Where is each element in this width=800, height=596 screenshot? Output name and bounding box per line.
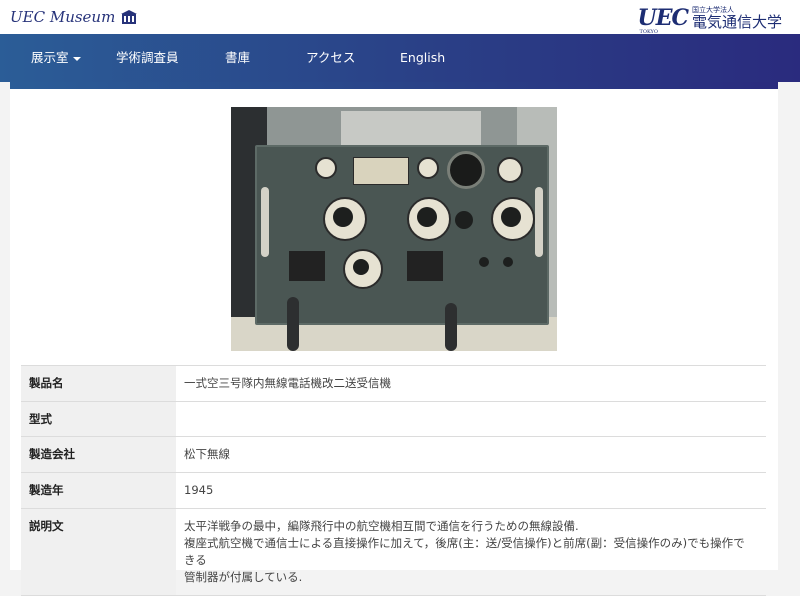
description-line: 複座式航空機で通信士による直接操作に加えて，後席(主：送/受信操作)と前席(副：… [184,536,745,567]
description-line: 太平洋戦争の最中，編隊飛行中の航空機相互間で通信を行うための無線設備. [184,519,579,533]
description-line: 管制器が付属している. [184,570,303,584]
top-brand-bar: UEC Museum UEC TOKYO 国立大学法人 電気通信大学 [0,0,800,35]
product-name-label: 製品名 [21,365,176,402]
university-name: 電気通信大学 [691,12,782,31]
table-row: 型式 [21,401,766,437]
table-row: 製品名 一式空三号隊内無線電話機改二送受信機 [21,365,766,402]
nav-item-exhibition[interactable]: 展示室 [31,34,81,82]
nav-item-library[interactable]: 書庫 [225,34,250,82]
table-row: 説明文 太平洋戦争の最中，編隊飛行中の航空機相互間で通信を行うための無線設備. … [21,508,766,596]
description-label: 説明文 [21,508,176,596]
card-accent-bar [10,82,778,89]
table-row: 製造会社 松下無線 [21,436,766,473]
caret-down-icon [72,56,81,61]
content-card: 製品名 一式空三号隊内無線電話機改二送受信機 型式 製造会社 松下無線 製造年 … [10,82,778,596]
nav-item-researchers[interactable]: 学術調査員 [116,34,179,82]
university-logo[interactable]: UEC TOKYO 国立大学法人 電気通信大学 [637,5,782,35]
main-nav: 展示室 学術調査員 書庫 アクセス English [0,34,800,82]
model-label: 型式 [21,401,176,437]
model-value [176,401,766,437]
site-title: UEC Museum [10,8,116,26]
nav-item-access[interactable]: アクセス [306,34,355,82]
nav-item-english[interactable]: English [400,34,445,82]
uec-logo-mark: UEC TOKYO [637,5,689,35]
year-label: 製造年 [21,472,176,509]
year-value: 1945 [176,472,766,509]
product-spec-table: 製品名 一式空三号隊内無線電話機改二送受信機 型式 製造会社 松下無線 製造年 … [21,365,766,596]
product-name-value: 一式空三号隊内無線電話機改二送受信機 [176,365,766,402]
description-value: 太平洋戦争の最中，編隊飛行中の航空機相互間で通信を行うための無線設備. 複座式航… [176,508,766,596]
table-row: 製造年 1945 [21,472,766,509]
manufacturer-value: 松下無線 [176,436,766,473]
manufacturer-label: 製造会社 [21,436,176,473]
museum-building-icon [121,10,138,24]
radio-receiver-photo [231,107,557,351]
site-brand-link[interactable]: UEC Museum [10,8,138,26]
